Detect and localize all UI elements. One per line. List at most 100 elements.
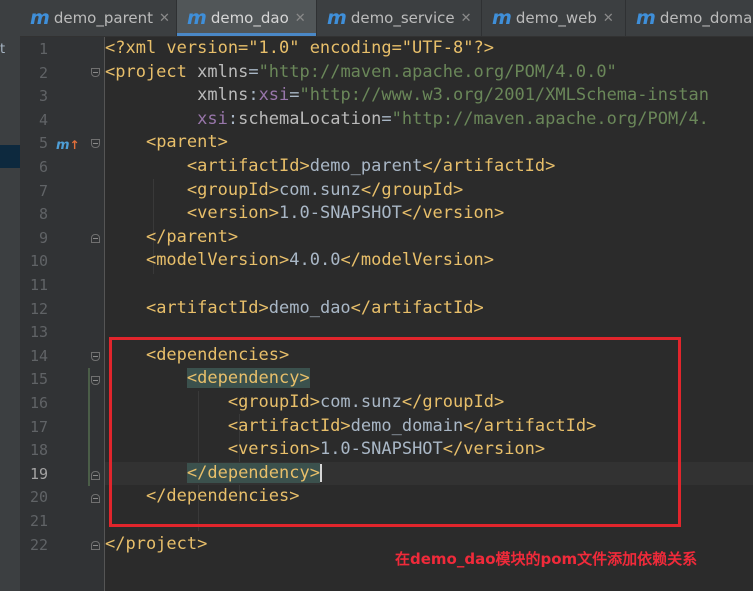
- tag: </groupId>: [360, 179, 464, 200]
- tab-demo-web[interactable]: m demo_web ✕: [482, 0, 626, 36]
- project-panel-edge: t: [0, 0, 21, 591]
- parent-group-value: com.sunz: [279, 179, 361, 200]
- tab-demo-domain[interactable]: m demo_doma: [626, 0, 753, 36]
- line-number: 16: [29, 394, 48, 412]
- parent-open-tag: <parent>: [145, 132, 228, 153]
- code-line-9: </parent>: [105, 226, 238, 250]
- fold-marker-icon[interactable]: [91, 352, 100, 361]
- line-number: 15: [29, 370, 48, 389]
- project-panel-selected-row[interactable]: [0, 145, 20, 168]
- line-number: 8: [38, 205, 48, 224]
- line-number: 2: [38, 63, 48, 82]
- attribute-value: "http://www.w3.org/2001/XMLSchema-instan: [299, 85, 709, 106]
- tab-demo-service[interactable]: m demo_service ✕: [317, 0, 482, 36]
- line-number: 9: [38, 228, 48, 247]
- annotation-note: 在demo_dao模块的pom文件添加依赖关系: [395, 550, 698, 568]
- model-version-value: 4.0.0: [289, 250, 341, 271]
- artifact-id-value: demo_dao: [268, 297, 351, 318]
- equals-sign: =: [248, 61, 259, 82]
- fold-marker-icon[interactable]: [91, 494, 100, 503]
- close-icon[interactable]: ✕: [461, 11, 472, 26]
- tab-label: demo_dao: [210, 9, 289, 27]
- tag: <artifactId>: [145, 297, 269, 318]
- line-number: 22: [29, 535, 48, 554]
- equals-sign: =: [381, 108, 392, 129]
- line-number: 18: [29, 441, 48, 460]
- line-number: 1: [38, 40, 48, 58]
- equals-sign: =: [289, 85, 300, 106]
- fold-marker-icon[interactable]: [91, 541, 100, 550]
- maven-file-icon: m: [636, 6, 656, 29]
- close-icon[interactable]: ✕: [295, 11, 306, 26]
- code-line-22: </project>: [105, 533, 207, 557]
- tag: <version>: [186, 203, 280, 224]
- line-number: 10: [29, 252, 48, 271]
- attribute-value: "http://maven.apache.org/POM/4.: [391, 108, 709, 129]
- fold-marker-icon[interactable]: [91, 139, 100, 148]
- code-line-3: xmlns:xsi="http://www.w3.org/2001/XMLSch…: [105, 84, 709, 108]
- tag: <artifactId>: [186, 156, 310, 176]
- maven-file-icon: m: [327, 6, 347, 29]
- line-number: 5: [38, 134, 48, 153]
- line-number: 17: [29, 417, 48, 436]
- attribute-name: xmlns: [197, 61, 249, 82]
- line-number: 13: [29, 323, 48, 342]
- line-number: 20: [29, 488, 48, 507]
- tab-label: demo_service: [350, 9, 455, 27]
- maven-override-icon[interactable]: m↑: [56, 138, 80, 153]
- tab-demo-parent[interactable]: m demo_parent ✕: [20, 0, 177, 36]
- parent-artifact-value: demo_parent: [309, 156, 423, 176]
- close-icon[interactable]: ✕: [159, 11, 170, 26]
- line-number: 7: [38, 181, 48, 200]
- line-number: 12: [29, 299, 48, 318]
- fold-marker-icon[interactable]: [91, 376, 100, 385]
- code-line-2: <project xmlns="http://maven.apache.org/…: [105, 61, 617, 85]
- tab-label: demo_web: [515, 9, 597, 27]
- tag: </artifactId>: [350, 297, 484, 318]
- fold-marker-icon[interactable]: [91, 471, 100, 480]
- code-line-12: <artifactId>demo_dao</artifactId>: [105, 297, 484, 321]
- tag: <groupId>: [186, 179, 280, 200]
- code-line-8: <version>1.0-SNAPSHOT</version>: [105, 202, 504, 226]
- tag: </version>: [401, 203, 505, 224]
- tab-demo-dao[interactable]: m demo_dao ✕: [177, 0, 317, 36]
- annotation-highlight-box: [109, 337, 681, 527]
- namespace-prefix: xsi: [258, 85, 290, 106]
- colon: :: [248, 85, 259, 106]
- tab-label: demo_doma: [659, 9, 753, 27]
- xml-declaration: <?xml version="1.0" encoding="UTF-8"?>: [105, 38, 494, 58]
- line-number: 4: [38, 110, 48, 129]
- colon: :: [227, 108, 239, 129]
- maven-file-icon: m: [492, 6, 512, 29]
- close-icon[interactable]: ✕: [603, 11, 614, 26]
- code-line-7: <groupId>com.sunz</groupId>: [105, 179, 463, 203]
- line-number: 6: [38, 158, 48, 176]
- arrow-up-icon: ↑: [69, 138, 80, 152]
- code-line-1: <?xml version="1.0" encoding="UTF-8"?>: [105, 37, 494, 61]
- project-panel-fragment: t: [0, 42, 6, 57]
- maven-file-icon: m: [187, 6, 207, 29]
- code-line-6: <artifactId>demo_parent</artifactId>: [105, 155, 555, 179]
- parent-version-value: 1.0-SNAPSHOT: [279, 203, 402, 224]
- parent-close-tag: </parent>: [145, 226, 239, 247]
- project-close-tag: </project>: [105, 533, 208, 554]
- line-number: 11: [29, 276, 48, 294]
- maven-override-letter: m: [56, 138, 70, 153]
- attribute-name: xmlns: [197, 85, 249, 106]
- tag: </modelVersion>: [340, 250, 494, 271]
- tab-label: demo_parent: [53, 9, 154, 27]
- line-number: 14: [29, 346, 48, 365]
- tag: </artifactId>: [422, 156, 556, 176]
- attribute-value: "http://maven.apache.org/POM/4.0.0": [258, 61, 617, 82]
- attribute-name: schemaLocation: [238, 108, 382, 129]
- editor-tab-bar: m demo_parent ✕ m demo_dao ✕ m demo_serv…: [20, 0, 753, 37]
- line-number-current: 19: [29, 464, 48, 483]
- vcs-change-marker[interactable]: [88, 368, 90, 486]
- line-number: 3: [38, 87, 48, 106]
- code-line-4: xsi:schemaLocation="http://maven.apache.…: [105, 108, 709, 132]
- project-open-tag: <project: [105, 61, 198, 82]
- namespace-prefix: xsi: [197, 108, 228, 129]
- fold-marker-icon[interactable]: [91, 68, 100, 77]
- fold-marker-icon[interactable]: [91, 234, 100, 243]
- tag: <modelVersion>: [145, 250, 290, 271]
